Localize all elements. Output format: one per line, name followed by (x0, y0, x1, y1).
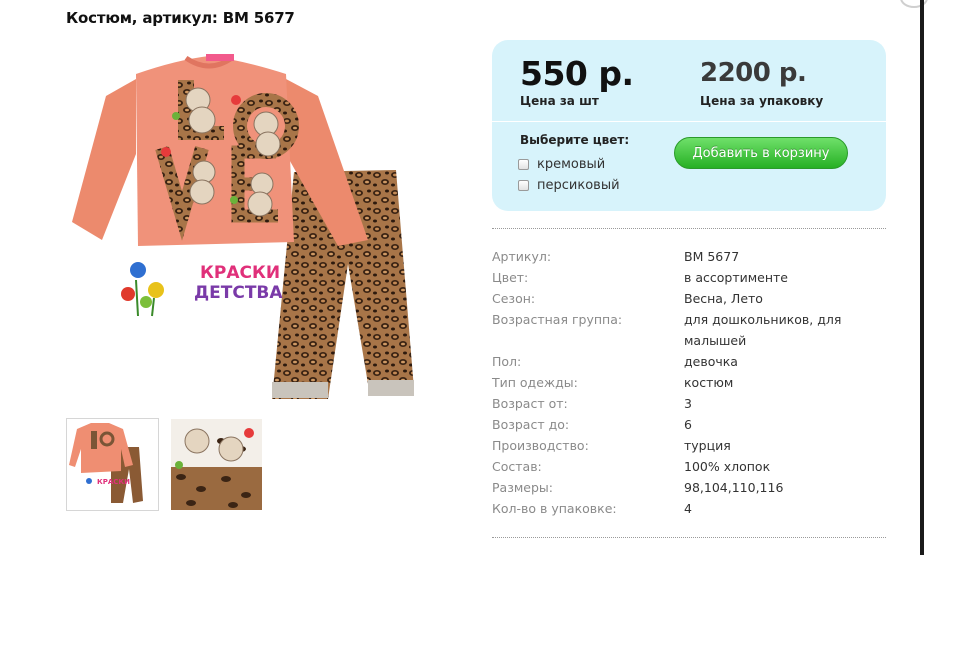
color-option-label: кремовый (537, 157, 606, 172)
spec-key: Производство: (492, 438, 589, 453)
spec-value: 6 (684, 417, 692, 432)
color-option-label: персиковый (537, 178, 620, 193)
specs-bottom-divider (492, 537, 886, 538)
specs-top-divider (492, 228, 886, 229)
spec-key: Тип одежды: (492, 375, 578, 390)
spec-value: BM 5677 (684, 249, 740, 264)
spec-row: Возраст от: 3 (492, 393, 886, 414)
color-select-heading: Выберите цвет: (520, 133, 630, 147)
add-to-cart-button[interactable]: Добавить в корзину (674, 137, 848, 169)
spec-key: Возраст от: (492, 396, 568, 411)
spec-value: 3 (684, 396, 692, 411)
brand-flower-logo (121, 262, 164, 317)
spec-key: Сезон: (492, 291, 536, 306)
spec-row: Производство: турция (492, 435, 886, 456)
spec-row: Пол: девочка (492, 351, 886, 372)
spec-row: Цвет: в ассортименте (492, 267, 886, 288)
spec-value: костюм (684, 375, 734, 390)
unit-price: 550 р. (520, 54, 634, 93)
spec-value: в ассортименте (684, 270, 788, 285)
pack-price: 2200 р. (700, 58, 807, 88)
checkbox-icon[interactable] (518, 159, 529, 170)
color-option-cream[interactable]: кремовый (518, 157, 605, 172)
thumbnail-detail[interactable] (170, 418, 263, 511)
spec-row: Тип одежды: костюм (492, 372, 886, 393)
checkbox-icon[interactable] (518, 180, 529, 191)
product-title: Костюм, артикул: BM 5677 (66, 9, 295, 27)
spec-key: Кол-во в упаковке: (492, 501, 617, 516)
pack-price-label: Цена за упаковку (700, 94, 824, 108)
spec-value: для дошкольников, для малышей (684, 312, 842, 348)
spec-row: Размеры: 98,104,110,116 (492, 477, 886, 498)
spec-value: Весна, Лето (684, 291, 763, 306)
spec-row: Возраст до: 6 (492, 414, 886, 435)
price-box: 550 р. Цена за шт 2200 р. Цена за упаков… (492, 40, 886, 211)
price-divider (492, 121, 886, 122)
page-edge-strip (920, 0, 924, 555)
spec-value: турция (684, 438, 731, 453)
spec-key: Возрастная группа: (492, 312, 623, 327)
spec-value: 98,104,110,116 (684, 480, 784, 495)
svg-text:КРАСКИ: КРАСКИ (97, 478, 130, 486)
spec-key: Размеры: (492, 480, 553, 495)
specs-table: Артикул: BM 5677 Цвет: в ассортименте Сезон:… (492, 246, 886, 519)
product-photo: КРАСКИ ДЕТСТВА (72, 54, 414, 399)
spec-row: Состав: 100% хлопок (492, 456, 886, 477)
spec-row: Возрастная группа: для дошкольников, для … (492, 309, 886, 351)
spec-value: 100% хлопок (684, 459, 771, 474)
spec-key: Состав: (492, 459, 542, 474)
unit-price-label: Цена за шт (520, 94, 599, 108)
spec-row: Кол-во в упаковке: 4 (492, 498, 886, 519)
spec-value: 4 (684, 501, 692, 516)
thumbnail-image (171, 419, 262, 510)
main-product-image[interactable]: КРАСКИ ДЕТСТВА (66, 44, 426, 406)
color-option-peach[interactable]: персиковый (518, 178, 620, 193)
spec-key: Цвет: (492, 270, 529, 285)
brand-logo-line1: КРАСКИ (200, 263, 280, 283)
spec-row: Сезон: Весна, Лето (492, 288, 886, 309)
thumbnail-front[interactable]: КРАСКИ (66, 418, 159, 511)
thumbnail-image: КРАСКИ (69, 423, 143, 503)
spec-row: Артикул: BM 5677 (492, 246, 886, 267)
spec-key: Пол: (492, 354, 522, 369)
spec-key: Возраст до: (492, 417, 570, 432)
brand-logo-line2: ДЕТСТВА (194, 283, 283, 303)
spec-key: Артикул: (492, 249, 552, 264)
spec-value: девочка (684, 354, 738, 369)
